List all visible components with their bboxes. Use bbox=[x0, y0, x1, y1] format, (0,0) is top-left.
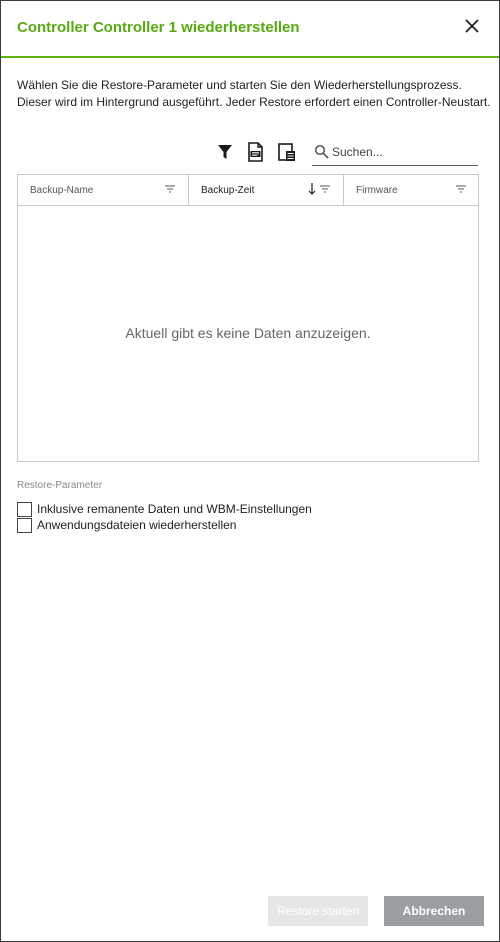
backup-table: Backup-Name Backup-Zeit Firmware Aktuell… bbox=[17, 174, 479, 462]
column-label: Firmware bbox=[356, 185, 398, 196]
filter-icon[interactable] bbox=[214, 141, 236, 163]
dialog-description: Wählen Sie die Restore-Parameter und sta… bbox=[17, 77, 491, 111]
checkbox-box[interactable] bbox=[17, 518, 32, 533]
export-file-icon[interactable] bbox=[245, 141, 267, 163]
checkbox-label: Anwendungsdateien wiederherstellen bbox=[37, 518, 237, 532]
search-icon bbox=[314, 144, 329, 159]
column-settings-icon[interactable] bbox=[276, 141, 298, 163]
column-header-firmware[interactable]: Firmware bbox=[343, 175, 479, 205]
checkbox-label: Inklusive remanente Daten und WBM-Einste… bbox=[37, 502, 312, 516]
restore-params-label: Restore-Parameter bbox=[17, 480, 103, 491]
checkbox-box[interactable] bbox=[17, 502, 32, 517]
search-box bbox=[312, 141, 478, 166]
empty-table-message: Aktuell gibt es keine Daten anzuzeigen. bbox=[125, 325, 371, 341]
column-filter-icon[interactable] bbox=[455, 183, 467, 195]
restore-dialog: Controller Controller 1 wiederherstellen… bbox=[0, 0, 500, 942]
table-header: Backup-Name Backup-Zeit Firmware bbox=[18, 175, 478, 206]
column-label: Backup-Name bbox=[30, 185, 94, 196]
column-label: Backup-Zeit bbox=[201, 185, 255, 196]
cancel-button[interactable]: Abbrechen bbox=[384, 896, 484, 926]
column-header-backup-name[interactable]: Backup-Name bbox=[18, 175, 188, 205]
sort-descending-icon[interactable] bbox=[307, 182, 317, 196]
column-header-backup-time[interactable]: Backup-Zeit bbox=[188, 175, 343, 205]
close-icon[interactable] bbox=[461, 15, 483, 37]
dialog-header: Controller Controller 1 wiederherstellen bbox=[1, 1, 499, 58]
dialog-title: Controller Controller 1 wiederherstellen bbox=[17, 19, 300, 36]
search-input[interactable] bbox=[332, 143, 472, 161]
description-line-2: Dieser wird im Hintergrund ausgeführt. J… bbox=[17, 95, 491, 109]
column-filter-icon[interactable] bbox=[164, 183, 176, 195]
description-line-1: Wählen Sie die Restore-Parameter und sta… bbox=[17, 78, 462, 92]
column-filter-icon[interactable] bbox=[319, 183, 331, 195]
restore-start-button[interactable]: Restore starten bbox=[268, 896, 368, 926]
